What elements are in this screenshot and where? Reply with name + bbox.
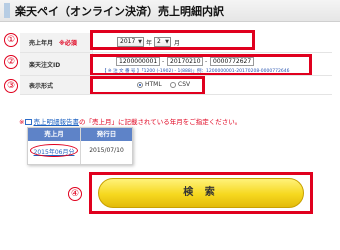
- sales-month-label: 売上年月 ※必須: [20, 33, 93, 52]
- example-cell-issue-date: 2015/07/10: [89, 147, 124, 154]
- order-id-label: 楽天注文ID: [20, 53, 93, 75]
- highlight-box-1: [90, 30, 255, 50]
- marker-3: ③: [4, 79, 18, 93]
- marker-1: ①: [4, 33, 18, 47]
- display-format-label-text: 表示形式: [29, 82, 54, 90]
- example-table-divider: [80, 128, 81, 164]
- example-highlight-oval: [30, 144, 78, 157]
- example-report-table: 売上月 発行日 2015年06月分 2015/07/10: [27, 127, 133, 165]
- display-format-label: 表示形式: [20, 76, 93, 94]
- document-icon: [25, 119, 33, 125]
- highlight-box-2: [90, 54, 312, 76]
- row-divider: [20, 94, 332, 95]
- marker-4: ④: [68, 187, 82, 201]
- highlight-box-3: [90, 76, 205, 95]
- page-header: 楽天ペイ（オンライン決済）売上明細内訳: [0, 0, 340, 22]
- marker-2: ②: [4, 55, 18, 69]
- note-text: の「売上月」に記載されている年月をご指定ください。: [78, 118, 242, 126]
- order-id-label-text: 楽天注文ID: [29, 61, 61, 69]
- title-accent-bar: [4, 3, 10, 18]
- required-badge: ※必須: [59, 40, 77, 47]
- search-button[interactable]: 検 索: [98, 178, 304, 208]
- sales-month-label-text: 売上年月: [29, 40, 54, 47]
- sales-report-link[interactable]: 売上明細報告書: [33, 118, 79, 126]
- note-prefix: ※: [19, 118, 25, 126]
- sales-month-note: ※ 売上明細報告書の「売上月」に記載されている年月をご指定ください。: [19, 116, 241, 126]
- page-title: 楽天ペイ（オンライン決済）売上明細内訳: [15, 5, 224, 18]
- highlight-box-4: 検 索: [89, 172, 313, 214]
- example-header-issue-date: 発行日: [96, 130, 117, 138]
- example-header-sales-month: 売上月: [44, 130, 64, 138]
